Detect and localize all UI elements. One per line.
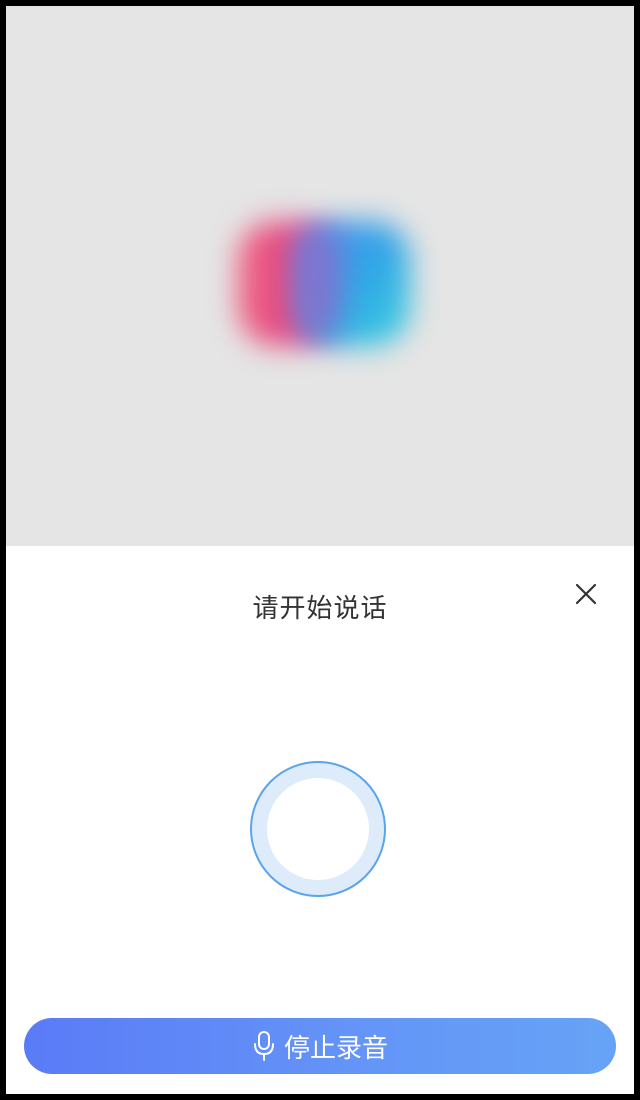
app-frame: 请开始说话 停止录音 (6, 6, 634, 1094)
recording-indicator-inner (267, 778, 369, 880)
recording-indicator (250, 761, 386, 897)
microphone-icon (253, 1031, 274, 1061)
close-icon[interactable] (568, 576, 604, 612)
stop-recording-button[interactable]: 停止录音 (24, 1018, 616, 1074)
prompt-title: 请开始说话 (252, 594, 388, 624)
voice-animation-area (6, 6, 634, 546)
voice-input-sheet: 请开始说话 停止录音 (6, 546, 634, 1094)
voice-visualizer-overlap (296, 231, 341, 336)
stop-recording-label: 停止录音 (283, 1033, 388, 1064)
